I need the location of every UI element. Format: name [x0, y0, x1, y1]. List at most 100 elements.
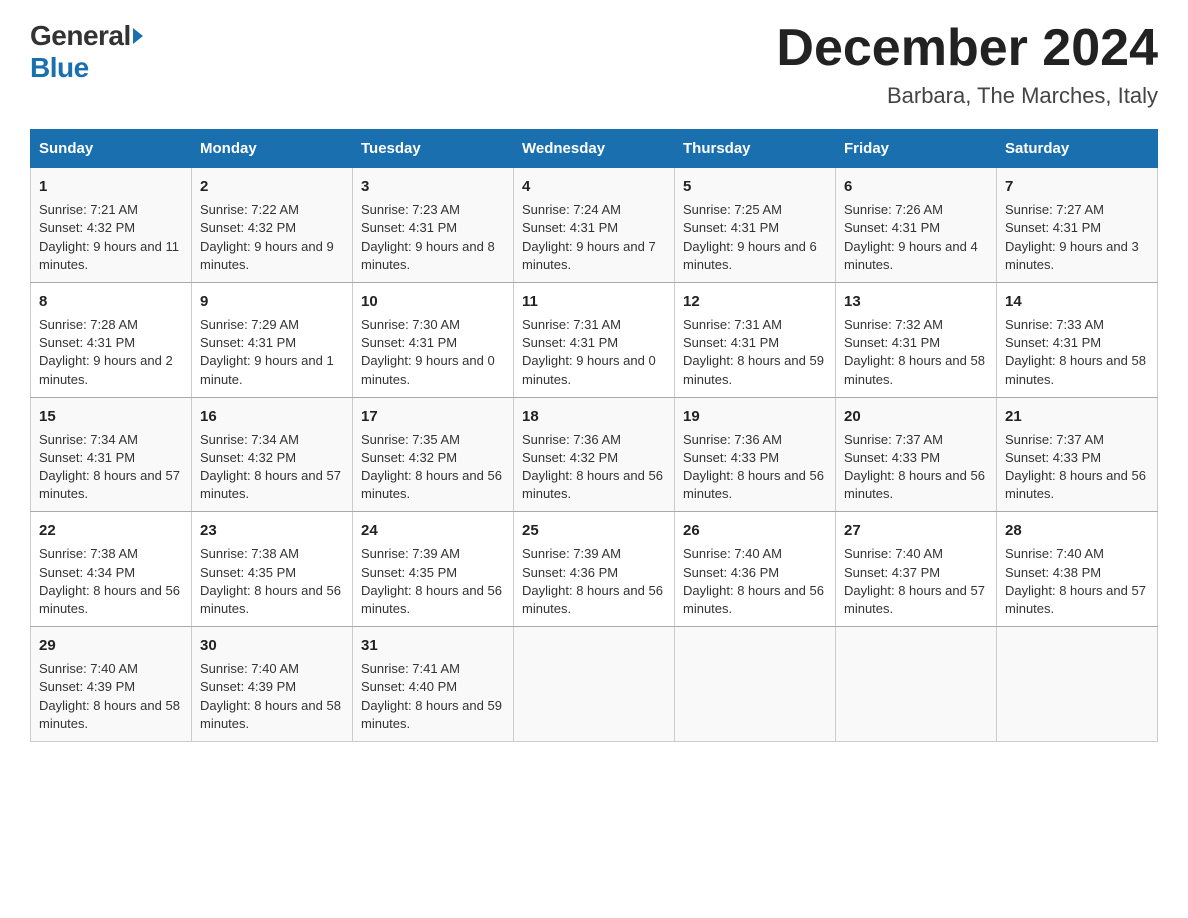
day-info: Sunrise: 7:38 AMSunset: 4:34 PMDaylight:…: [39, 545, 183, 618]
day-number: 23: [200, 520, 344, 541]
day-number: 19: [683, 406, 827, 427]
day-number: 10: [361, 291, 505, 312]
day-cell: 1 Sunrise: 7:21 AMSunset: 4:32 PMDaylight…: [31, 168, 192, 283]
day-number: 8: [39, 291, 183, 312]
logo-general-text: General: [30, 20, 131, 52]
day-info: Sunrise: 7:29 AMSunset: 4:31 PMDaylight:…: [200, 316, 344, 389]
column-header-monday: Monday: [192, 130, 353, 168]
day-info: Sunrise: 7:21 AMSunset: 4:32 PMDaylight:…: [39, 201, 183, 274]
day-number: 28: [1005, 520, 1149, 541]
title-area: December 2024 Barbara, The Marches, Ital…: [776, 20, 1158, 109]
day-info: Sunrise: 7:23 AMSunset: 4:31 PMDaylight:…: [361, 201, 505, 274]
day-info: Sunrise: 7:33 AMSunset: 4:31 PMDaylight:…: [1005, 316, 1149, 389]
day-number: 21: [1005, 406, 1149, 427]
day-cell: 3Sunrise: 7:23 AMSunset: 4:31 PMDaylight…: [353, 168, 514, 283]
day-cell: 5 Sunrise: 7:25 AMSunset: 4:31 PMDaylight…: [675, 168, 836, 283]
column-header-wednesday: Wednesday: [514, 130, 675, 168]
day-info: Sunrise: 7:40 AMSunset: 4:39 PMDaylight:…: [200, 660, 344, 733]
day-info: Sunrise: 7:34 AMSunset: 4:31 PMDaylight:…: [39, 431, 183, 504]
day-info: Sunrise: 7:31 AMSunset: 4:31 PMDaylight:…: [683, 316, 827, 389]
day-cell: 2 Sunrise: 7:22 AMSunset: 4:32 PMDaylight…: [192, 168, 353, 283]
day-number: 27: [844, 520, 988, 541]
day-cell: 18Sunrise: 7:36 AMSunset: 4:32 PMDayligh…: [514, 397, 675, 512]
header: General Blue December 2024 Barbara, The …: [30, 20, 1158, 109]
day-number: 24: [361, 520, 505, 541]
day-info: Sunrise: 7:36 AMSunset: 4:33 PMDaylight:…: [683, 431, 827, 504]
day-info: Sunrise: 7:24 AMSunset: 4:31 PMDaylight:…: [522, 201, 666, 274]
day-cell: 14 Sunrise: 7:33 AMSunset: 4:31 PMDayligh…: [997, 282, 1158, 397]
week-row-4: 22 Sunrise: 7:38 AMSunset: 4:34 PMDayligh…: [31, 512, 1158, 627]
day-number: 20: [844, 406, 988, 427]
day-number: 15: [39, 406, 183, 427]
day-cell: 15 Sunrise: 7:34 AMSunset: 4:31 PMDayligh…: [31, 397, 192, 512]
main-title: December 2024: [776, 20, 1158, 77]
day-cell: 6 Sunrise: 7:26 AMSunset: 4:31 PMDaylight…: [836, 168, 997, 283]
day-cell: 26 Sunrise: 7:40 AMSunset: 4:36 PMDayligh…: [675, 512, 836, 627]
day-cell: 22 Sunrise: 7:38 AMSunset: 4:34 PMDayligh…: [31, 512, 192, 627]
day-info: Sunrise: 7:25 AMSunset: 4:31 PMDaylight:…: [683, 201, 827, 274]
day-cell: 28 Sunrise: 7:40 AMSunset: 4:38 PMDayligh…: [997, 512, 1158, 627]
day-number: 12: [683, 291, 827, 312]
day-info: Sunrise: 7:41 AMSunset: 4:40 PMDaylight:…: [361, 660, 505, 733]
day-cell: 21 Sunrise: 7:37 AMSunset: 4:33 PMDayligh…: [997, 397, 1158, 512]
day-number: 5: [683, 176, 827, 197]
day-number: 25: [522, 520, 666, 541]
day-number: 29: [39, 635, 183, 656]
week-row-3: 15 Sunrise: 7:34 AMSunset: 4:31 PMDayligh…: [31, 397, 1158, 512]
day-number: 16: [200, 406, 344, 427]
logo: General Blue: [30, 20, 143, 84]
day-cell: 29 Sunrise: 7:40 AMSunset: 4:39 PMDayligh…: [31, 627, 192, 742]
logo-arrow-icon: [133, 28, 143, 44]
day-number: 17: [361, 406, 505, 427]
day-info: Sunrise: 7:40 AMSunset: 4:37 PMDaylight:…: [844, 545, 988, 618]
day-number: 7: [1005, 176, 1149, 197]
day-cell: [836, 627, 997, 742]
logo-blue-text: Blue: [30, 52, 89, 83]
day-number: 4: [522, 176, 666, 197]
day-cell: 13 Sunrise: 7:32 AMSunset: 4:31 PMDayligh…: [836, 282, 997, 397]
day-number: 22: [39, 520, 183, 541]
day-number: 6: [844, 176, 988, 197]
day-cell: 10 Sunrise: 7:30 AMSunset: 4:31 PMDayligh…: [353, 282, 514, 397]
day-info: Sunrise: 7:40 AMSunset: 4:39 PMDaylight:…: [39, 660, 183, 733]
day-info: Sunrise: 7:30 AMSunset: 4:31 PMDaylight:…: [361, 316, 505, 389]
day-cell: 24 Sunrise: 7:39 AMSunset: 4:35 PMDayligh…: [353, 512, 514, 627]
day-info: Sunrise: 7:22 AMSunset: 4:32 PMDaylight:…: [200, 201, 344, 274]
day-cell: [675, 627, 836, 742]
week-row-1: 1 Sunrise: 7:21 AMSunset: 4:32 PMDaylight…: [31, 168, 1158, 283]
column-header-tuesday: Tuesday: [353, 130, 514, 168]
column-header-thursday: Thursday: [675, 130, 836, 168]
week-row-2: 8 Sunrise: 7:28 AMSunset: 4:31 PMDaylight…: [31, 282, 1158, 397]
day-number: 13: [844, 291, 988, 312]
day-cell: 7Sunrise: 7:27 AMSunset: 4:31 PMDaylight…: [997, 168, 1158, 283]
day-cell: 4 Sunrise: 7:24 AMSunset: 4:31 PMDaylight…: [514, 168, 675, 283]
day-info: Sunrise: 7:35 AMSunset: 4:32 PMDaylight:…: [361, 431, 505, 504]
day-info: Sunrise: 7:39 AMSunset: 4:35 PMDaylight:…: [361, 545, 505, 618]
day-cell: 8 Sunrise: 7:28 AMSunset: 4:31 PMDaylight…: [31, 282, 192, 397]
day-cell: 27 Sunrise: 7:40 AMSunset: 4:37 PMDayligh…: [836, 512, 997, 627]
day-number: 26: [683, 520, 827, 541]
day-info: Sunrise: 7:39 AMSunset: 4:36 PMDaylight:…: [522, 545, 666, 618]
day-info: Sunrise: 7:34 AMSunset: 4:32 PMDaylight:…: [200, 431, 344, 504]
day-cell: [514, 627, 675, 742]
day-cell: 23Sunrise: 7:38 AMSunset: 4:35 PMDayligh…: [192, 512, 353, 627]
day-number: 14: [1005, 291, 1149, 312]
day-cell: 31 Sunrise: 7:41 AMSunset: 4:40 PMDayligh…: [353, 627, 514, 742]
day-info: Sunrise: 7:36 AMSunset: 4:32 PMDaylight:…: [522, 431, 666, 504]
day-info: Sunrise: 7:32 AMSunset: 4:31 PMDaylight:…: [844, 316, 988, 389]
column-header-saturday: Saturday: [997, 130, 1158, 168]
day-cell: 30Sunrise: 7:40 AMSunset: 4:39 PMDayligh…: [192, 627, 353, 742]
column-header-sunday: Sunday: [31, 130, 192, 168]
day-cell: 19 Sunrise: 7:36 AMSunset: 4:33 PMDayligh…: [675, 397, 836, 512]
day-number: 31: [361, 635, 505, 656]
day-info: Sunrise: 7:26 AMSunset: 4:31 PMDaylight:…: [844, 201, 988, 274]
day-info: Sunrise: 7:28 AMSunset: 4:31 PMDaylight:…: [39, 316, 183, 389]
day-number: 2: [200, 176, 344, 197]
day-info: Sunrise: 7:40 AMSunset: 4:38 PMDaylight:…: [1005, 545, 1149, 618]
day-number: 1: [39, 176, 183, 197]
day-cell: 12 Sunrise: 7:31 AMSunset: 4:31 PMDayligh…: [675, 282, 836, 397]
day-cell: 25 Sunrise: 7:39 AMSunset: 4:36 PMDayligh…: [514, 512, 675, 627]
day-info: Sunrise: 7:40 AMSunset: 4:36 PMDaylight:…: [683, 545, 827, 618]
day-number: 11: [522, 291, 666, 312]
day-info: Sunrise: 7:37 AMSunset: 4:33 PMDaylight:…: [1005, 431, 1149, 504]
